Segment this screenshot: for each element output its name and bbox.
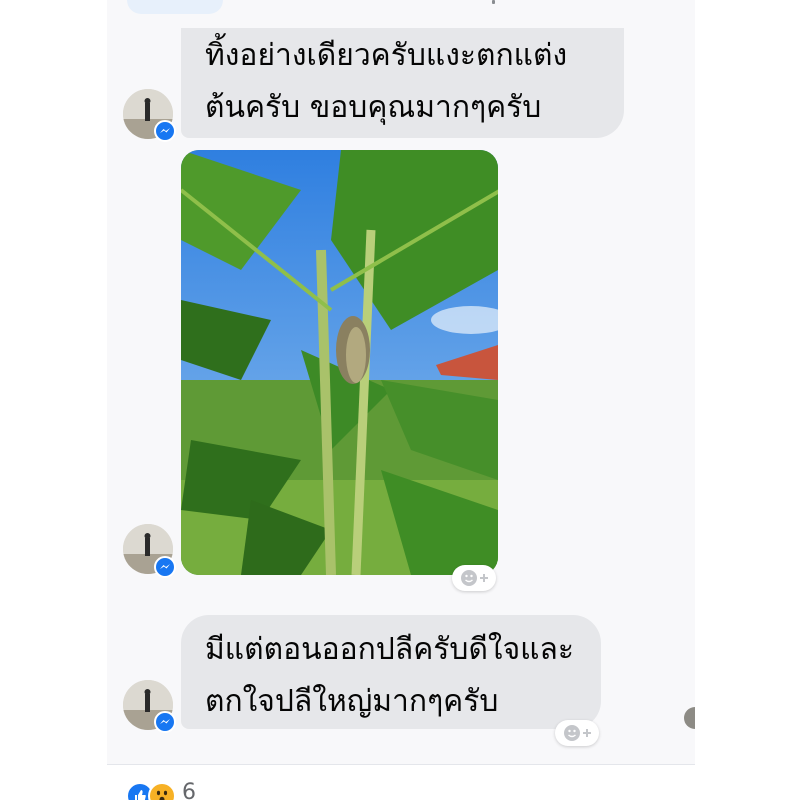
previous-message-marker [492, 0, 495, 4]
banana-plant-photo[interactable] [181, 150, 498, 575]
message-1-line-2: ต้นครับ ขอบคุณมากๆครับ [205, 90, 542, 125]
messenger-icon [154, 556, 176, 578]
previous-message-bubble[interactable] [127, 0, 223, 14]
message-2-line-2: ตกใจปลีใหญ่มากๆครับ [205, 684, 499, 719]
messenger-icon [154, 711, 176, 733]
messenger-icon [154, 120, 176, 142]
add-reaction-icon [461, 570, 477, 586]
wow-icon [148, 782, 176, 800]
message-bubble-2[interactable]: มีแต่ตอนออกปลีครับดีใจและ ตกใจปลีใหญ่มาก… [181, 615, 601, 729]
message-1-line-1: ทิ้งอย่างเดียวครับแงะตกแต่ง [205, 38, 568, 73]
messenger-screenshot: ทิ้งอย่างเดียวครับแงะตกแต่ง ต้นครับ ขอบค… [0, 0, 800, 800]
add-reaction-button[interactable] [555, 720, 599, 746]
message-2-line-1: มีแต่ตอนออกปลีครับดีใจและ [205, 632, 574, 667]
add-reaction-icon [564, 725, 580, 741]
add-reaction-button[interactable] [452, 565, 496, 591]
message-bubble-1[interactable]: ทิ้งอย่างเดียวครับแงะตกแต่ง ต้นครับ ขอบค… [181, 28, 624, 138]
reaction-count: 6 [182, 780, 196, 800]
divider [107, 764, 695, 765]
